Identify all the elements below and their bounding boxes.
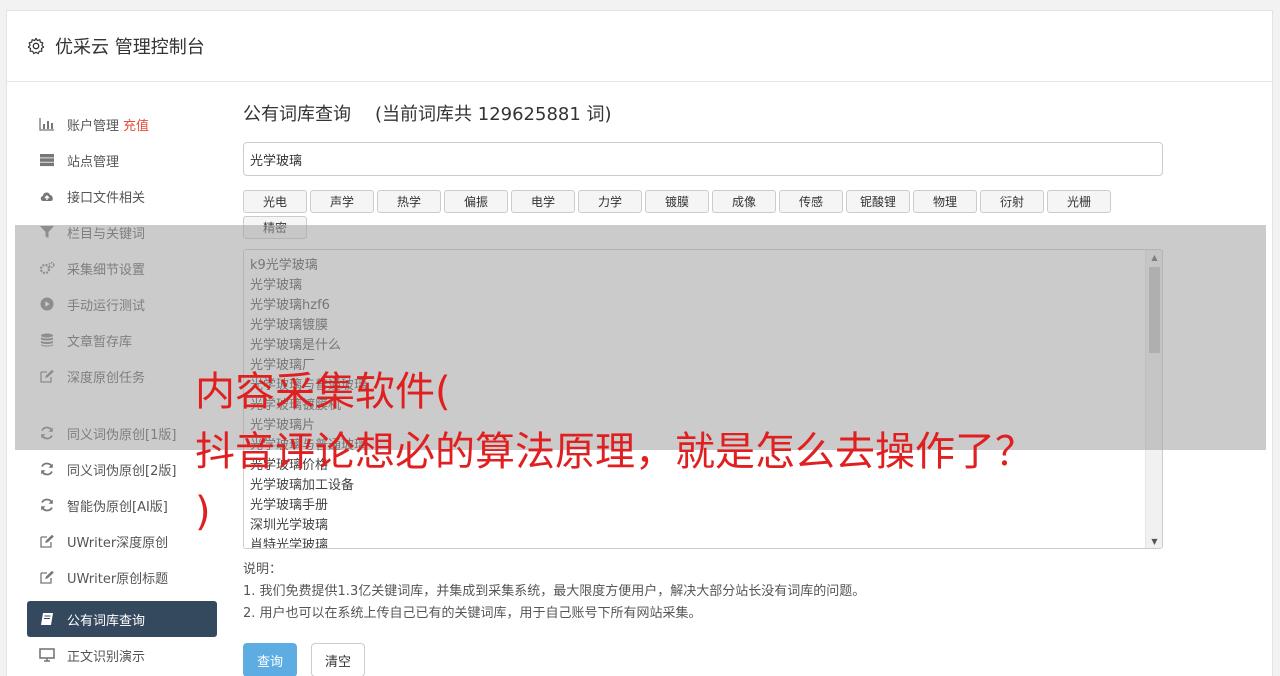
notes: 说明： 1. 我们免费提供1.3亿关键词库，并集成到采集系统，最大限度方便用户，… <box>243 559 1163 625</box>
sidebar-item-manual-test[interactable]: 手动运行测试 <box>27 286 217 322</box>
edit-icon <box>38 570 56 584</box>
tag-button[interactable]: 物理 <box>913 190 977 213</box>
server-icon <box>38 153 56 167</box>
sidebar-item-label: 智能伪原创[AI版] <box>67 499 168 515</box>
scroll-up-icon[interactable]: ▲ <box>1146 250 1162 264</box>
cogs-icon <box>38 261 56 275</box>
keyword-search-input[interactable] <box>243 142 1163 176</box>
filter-icon <box>38 225 56 239</box>
cloud-upload-icon <box>38 189 56 203</box>
tag-button[interactable]: 光电 <box>243 190 307 213</box>
sidebar-item-uwriter-title[interactable]: UWriter原创标题 <box>27 559 217 595</box>
sidebar-item-label: 站点管理 <box>67 154 120 170</box>
app-title: 优采云 管理控制台 <box>55 37 205 58</box>
sidebar-item-synonym-v2[interactable]: 同义词伪原创[2版] <box>27 451 217 487</box>
sidebar-item-label: 正文识别演示 <box>67 649 146 665</box>
database-icon <box>38 333 56 347</box>
sidebar-item-label: 同义词伪原创[1版] <box>67 427 177 443</box>
sidebar-item-label: 栏目与关键词 <box>67 226 146 242</box>
tag-button[interactable]: 铌酸锂 <box>846 190 910 213</box>
sidebar-item-deep-original[interactable]: 深度原创任务 <box>27 358 217 394</box>
sidebar-item-article-store[interactable]: 文章暂存库 <box>27 322 217 358</box>
notes-line: 1. 我们免费提供1.3亿关键词库，并集成到采集系统，最大限度方便用户，解决大部… <box>243 584 866 599</box>
sidebar-item-label: 深度原创任务 <box>67 370 146 386</box>
list-item[interactable]: 光学玻璃 <box>250 276 1156 296</box>
overlay-headline: 内容采集软件( 抖音评论想必的算法原理，就是怎么去操作了？ ) <box>195 369 1035 535</box>
sidebar-item-label: 公有词库查询 <box>67 613 146 629</box>
sidebar-item-keywords[interactable]: 栏目与关键词 <box>27 214 217 250</box>
sidebar-item-text-recognition[interactable]: 正文识别演示 <box>27 637 217 673</box>
list-item[interactable]: k9光学玻璃 <box>250 256 1156 276</box>
sidebar-item-uwriter-deep[interactable]: UWriter深度原创 <box>27 523 217 559</box>
edit-icon <box>38 369 56 383</box>
sidebar-item-sites[interactable]: 站点管理 <box>27 142 217 178</box>
monitor-icon <box>38 648 56 662</box>
scrollbar-thumb[interactable] <box>1149 267 1160 353</box>
tag-button[interactable]: 电学 <box>511 190 575 213</box>
header-bar: 优采云 管理控制台 <box>7 11 1272 82</box>
page-title-text: 公有词库查询 <box>243 104 351 125</box>
play-icon <box>38 297 56 311</box>
sidebar: 账户管理 充值 站点管理 接口文件相关 栏目与关键词 采集细节设置 手动运行测试… <box>27 106 217 673</box>
sidebar-item-label: UWriter原创标题 <box>67 571 169 587</box>
tag-button[interactable]: 成像 <box>712 190 776 213</box>
tag-button[interactable]: 镀膜 <box>645 190 709 213</box>
book-icon <box>38 612 56 626</box>
action-buttons: 查询 清空 <box>243 643 1163 676</box>
notes-heading: 说明： <box>243 562 283 577</box>
sidebar-item-collect-settings[interactable]: 采集细节设置 <box>27 250 217 286</box>
tag-button[interactable]: 光栅 <box>1047 190 1111 213</box>
sidebar-item-label: 采集细节设置 <box>67 262 146 278</box>
clear-button[interactable]: 清空 <box>311 643 365 676</box>
tag-button[interactable]: 力学 <box>578 190 642 213</box>
tag-button[interactable]: 精密 <box>243 216 307 239</box>
tag-button[interactable]: 声学 <box>310 190 374 213</box>
recharge-link[interactable]: 充值 <box>123 115 149 134</box>
lexicon-count: (当前词库共 129625881 词) <box>375 104 612 125</box>
query-button[interactable]: 查询 <box>243 643 297 676</box>
sidebar-item-synonym-v1[interactable]: 同义词伪原创[1版] <box>27 415 217 451</box>
sidebar-item-interface[interactable]: 接口文件相关 <box>27 178 217 214</box>
tag-button[interactable]: 偏振 <box>444 190 508 213</box>
list-item[interactable]: 光学玻璃hzf6 <box>250 296 1156 316</box>
bar-chart-icon <box>38 117 56 131</box>
list-item[interactable]: 光学玻璃镀膜 <box>250 316 1156 336</box>
list-item[interactable]: 光学玻璃是什么 <box>250 336 1156 356</box>
tag-button[interactable]: 传感 <box>779 190 843 213</box>
notes-line: 2. 用户也可以在系统上传自己已有的关键词库，用于自己账号下所有网站采集。 <box>243 606 702 621</box>
gear-icon <box>27 37 45 55</box>
results-scrollbar[interactable]: ▲ ▼ <box>1145 250 1162 548</box>
sidebar-item-account[interactable]: 账户管理 充值 <box>27 106 217 142</box>
edit-icon <box>38 534 56 548</box>
tag-button[interactable]: 热学 <box>377 190 441 213</box>
sidebar-item-public-lexicon[interactable]: 公有词库查询 <box>27 601 217 637</box>
refresh-icon <box>38 462 56 476</box>
refresh-icon <box>38 426 56 440</box>
sidebar-item-label: 文章暂存库 <box>67 334 133 350</box>
tag-button[interactable]: 衍射 <box>980 190 1044 213</box>
sidebar-item-label: 账户管理 <box>67 118 120 134</box>
sidebar-item-label: 手动运行测试 <box>67 298 146 314</box>
sidebar-item-label: 接口文件相关 <box>67 190 146 206</box>
category-tags: 光电 声学 热学 偏振 电学 力学 镀膜 成像 传感 铌酸锂 物理 衍射 光栅 … <box>243 190 1163 239</box>
scroll-down-icon[interactable]: ▼ <box>1146 534 1162 548</box>
sidebar-item-ai-rewrite[interactable]: 智能伪原创[AI版] <box>27 487 217 523</box>
sidebar-item-label: 同义词伪原创[2版] <box>67 463 177 479</box>
page-title: 公有词库查询 (当前词库共 129625881 词) <box>243 100 1163 130</box>
refresh-icon <box>38 498 56 512</box>
sidebar-item-label: UWriter深度原创 <box>67 535 169 551</box>
